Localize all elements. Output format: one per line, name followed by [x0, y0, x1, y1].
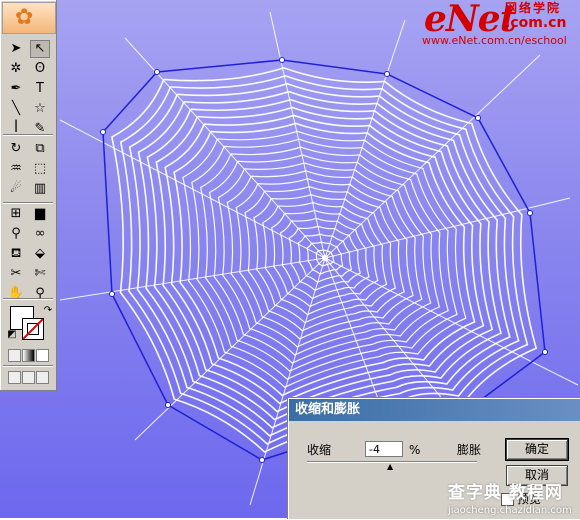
tools-divider: [3, 134, 53, 136]
flower-icon[interactable]: ✿: [2, 2, 56, 34]
anchor-point: [542, 349, 548, 355]
swap-fill-stroke-icon[interactable]: ↷: [38, 302, 58, 320]
enet-logo: eNet 网络学院 .com.cn www.eNet.com.cn/eschoo…: [410, 0, 580, 50]
web-radial-thread: [59, 257, 326, 301]
percent-unit: %: [409, 443, 421, 457]
anchor-point: [165, 402, 171, 408]
line-tool[interactable]: ╲: [6, 100, 26, 118]
live-paint-selection-tool[interactable]: ⬙: [30, 245, 50, 263]
selection-tool[interactable]: ➤: [6, 40, 26, 58]
web-radial-thread: [324, 19, 406, 259]
web-radial-thread: [59, 119, 326, 259]
hand-tool[interactable]: ✋: [6, 285, 26, 303]
live-paint-bucket-tool[interactable]: ⛾: [6, 245, 26, 263]
direct-selection-tool[interactable]: ↖: [30, 40, 50, 58]
slider-thumb-icon[interactable]: ▲: [387, 463, 393, 471]
logo-domain: .com.cn: [505, 15, 567, 31]
pucker-label: 收缩: [307, 443, 332, 457]
site-watermark: 查字典 教程网 jiaocheng.chazidian.com: [448, 483, 580, 518]
none-mode-button[interactable]: [36, 349, 49, 362]
full-screen-mode-button[interactable]: [36, 371, 49, 384]
anchor-point: [154, 69, 160, 75]
pen-tool[interactable]: ✒: [6, 80, 26, 98]
magic-wand-tool[interactable]: ✲: [6, 60, 26, 78]
logo-brand: eNet: [424, 0, 516, 40]
tools-divider: [3, 298, 53, 300]
blend-tool[interactable]: ∞: [30, 225, 50, 243]
watermark-title: 查字典 教程网: [448, 483, 563, 503]
tools-panel: ✿ ➤ ↖ ✲ ʘ ✒ T ╲ ☆ ꟾ ✎ ↻ ⧉ ♒ ⬚ ☄ ▥ ⊞ ▆ ⚲ ∞ ⛾ ⬙ ✂ ✄ ✋ ⚲ ↷ ◩: [0, 0, 57, 391]
logo-chinese: 网络学院: [505, 1, 562, 15]
web-center-point: [322, 255, 328, 261]
scale-tool[interactable]: ⧉: [30, 140, 50, 158]
anchor-point: [109, 291, 115, 297]
tools-divider: [3, 365, 53, 367]
logo-url: www.eNet.com.cn/eschool: [422, 34, 567, 47]
tools-divider: [3, 202, 53, 204]
stroke-color-swatch[interactable]: [22, 318, 44, 340]
anchor-point: [475, 115, 481, 121]
standard-screen-mode-button[interactable]: [8, 371, 21, 384]
zoom-tool[interactable]: ⚲: [30, 285, 50, 303]
gradient-mode-button[interactable]: [22, 349, 35, 362]
anchor-point: [279, 57, 285, 63]
ok-button[interactable]: 确定: [505, 438, 569, 461]
anchor-point: [384, 71, 390, 77]
anchor-point: [527, 210, 533, 216]
bloat-label: 膨胀: [457, 443, 482, 457]
default-colors-icon[interactable]: ◩: [2, 326, 22, 344]
lasso-tool[interactable]: ʘ: [30, 60, 50, 78]
warp-tool[interactable]: ♒: [6, 160, 26, 178]
watermark-url: jiaocheng.chazidian.com: [448, 505, 572, 516]
color-mode-button[interactable]: [8, 349, 21, 362]
full-screen-menu-mode-button[interactable]: [22, 371, 35, 384]
mesh-tool[interactable]: ⊞: [6, 205, 26, 223]
anchor-point: [100, 129, 106, 135]
rotate-tool[interactable]: ↻: [6, 140, 26, 158]
type-tool[interactable]: T: [30, 80, 50, 98]
pucker-bloat-value-input[interactable]: -4: [365, 441, 403, 457]
eyedropper-tool[interactable]: ⚲: [6, 225, 26, 243]
gradient-tool[interactable]: ▆: [30, 205, 50, 223]
star-tool[interactable]: ☆: [30, 100, 50, 118]
dialog-title[interactable]: 收缩和膨胀: [289, 399, 580, 421]
column-graph-tool[interactable]: ▥: [30, 180, 50, 198]
slice-tool[interactable]: ✂: [6, 265, 26, 283]
scissors-tool[interactable]: ✄: [30, 265, 50, 283]
symbol-sprayer-tool[interactable]: ☄: [6, 180, 26, 198]
anchor-point: [259, 457, 265, 463]
free-transform-tool[interactable]: ⬚: [30, 160, 50, 178]
